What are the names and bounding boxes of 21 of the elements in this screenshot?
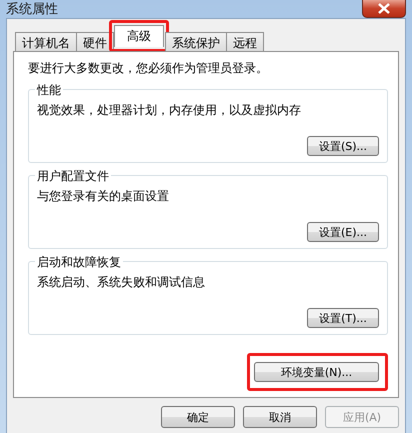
tab[interactable]: 高级 bbox=[114, 25, 164, 47]
window-title: 系统属性 bbox=[6, 1, 58, 18]
group-title: 用户配置文件 bbox=[35, 168, 111, 185]
notice-text: 要进行大多数更改，您必须作为管理员登录。 bbox=[28, 60, 269, 77]
tab[interactable]: 远程 bbox=[226, 32, 264, 51]
dialog-button[interactable]: 取消 bbox=[243, 406, 317, 428]
environment-variables-button[interactable]: 环境变量(N)... bbox=[254, 362, 379, 382]
tab[interactable]: 硬件 bbox=[76, 32, 114, 51]
settings-button[interactable]: 设置(S)... bbox=[307, 136, 379, 156]
settings-button[interactable]: 设置(E)... bbox=[307, 222, 379, 242]
group-description: 视觉效果，处理器计划，内存使用，以及虚拟内存 bbox=[37, 102, 302, 119]
group-description: 系统启动、系统失败和调试信息 bbox=[37, 274, 206, 291]
tab[interactable]: 系统保护 bbox=[165, 32, 227, 51]
tab[interactable]: 计算机名 bbox=[15, 32, 77, 51]
dialog-button[interactable]: 确定 bbox=[161, 406, 235, 428]
group-title: 启动和故障恢复 bbox=[35, 254, 123, 271]
group-title: 性能 bbox=[35, 82, 63, 99]
close-icon bbox=[377, 3, 391, 14]
close-button[interactable] bbox=[362, 0, 406, 18]
settings-button[interactable]: 设置(T)... bbox=[307, 308, 379, 328]
group-description: 与您登录有关的桌面设置 bbox=[37, 188, 170, 205]
